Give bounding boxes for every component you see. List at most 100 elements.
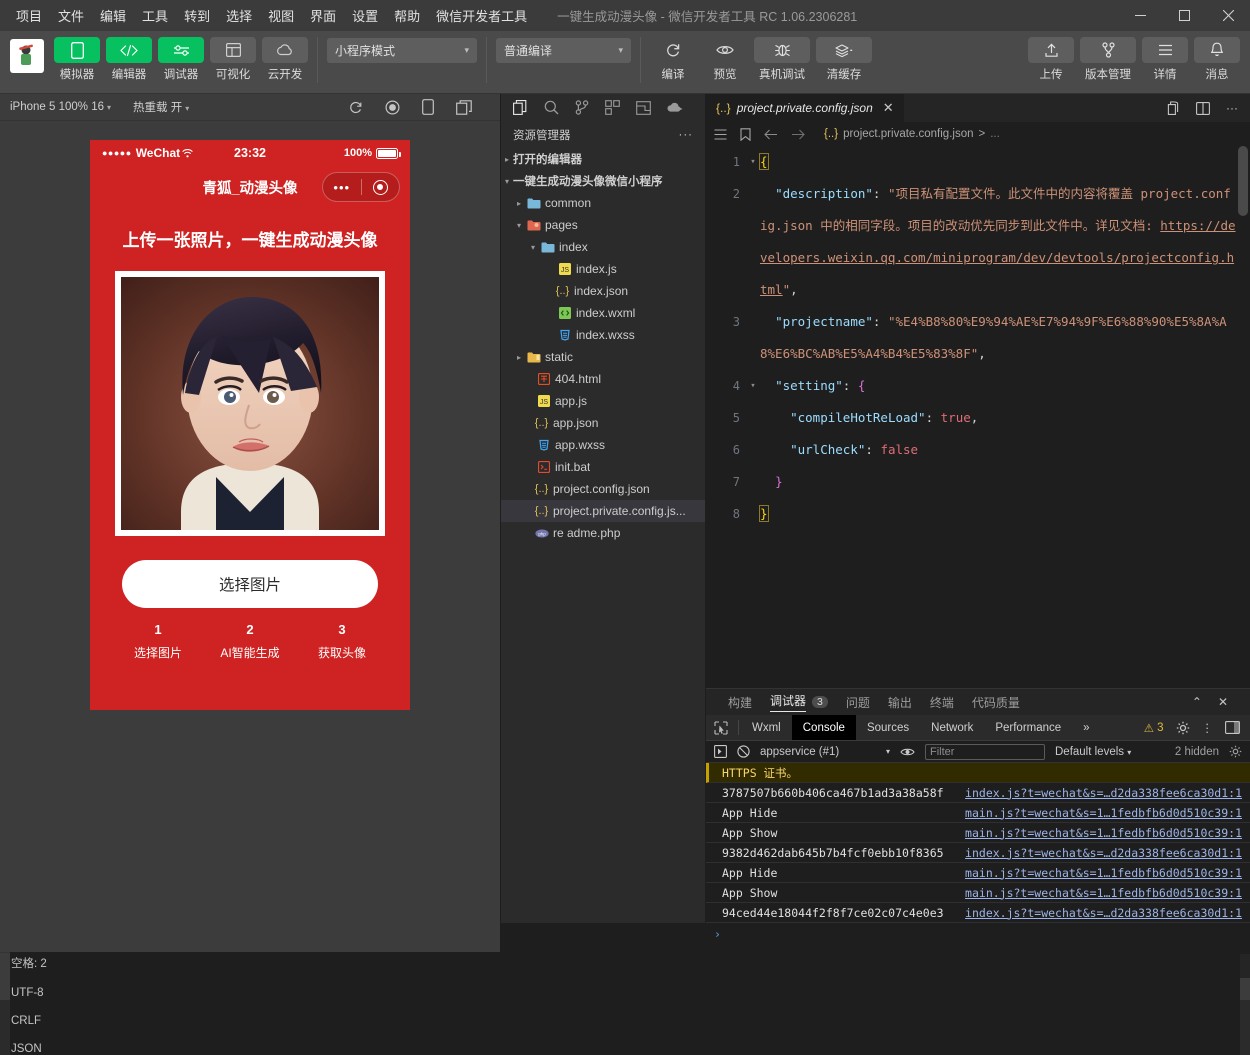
fold-toggle-icon[interactable]: ▾: [746, 370, 760, 402]
rotate-icon[interactable]: [422, 99, 434, 115]
layout-icon[interactable]: [1196, 101, 1210, 115]
execute-icon[interactable]: [714, 745, 727, 758]
gear-icon[interactable]: [1176, 721, 1190, 735]
tree-section-project[interactable]: ▾ 一键生成动漫头像微信小程序: [501, 170, 705, 192]
console-message[interactable]: 94ced44e18044f2f8f7ce02c07c4e0e3 index.j…: [706, 903, 1250, 923]
editor-tab-project-private-config[interactable]: {..} project.private.config.json ✕: [706, 94, 905, 122]
record-icon[interactable]: [385, 99, 400, 115]
outline-icon[interactable]: [714, 128, 727, 140]
status-encoding[interactable]: UTF-8: [11, 987, 1234, 999]
status-language[interactable]: JSON: [11, 1043, 1234, 1055]
tree-item-project-config-json[interactable]: {..} project.config.json: [501, 478, 705, 500]
console-message-source[interactable]: main.js?t=wechat&s=1…1fedbfb6d0d510c39:1: [965, 826, 1242, 840]
status-indent[interactable]: 空格: 2: [11, 955, 1234, 971]
menu-item-file[interactable]: 文件: [50, 2, 92, 29]
dock-icon[interactable]: [1225, 721, 1240, 734]
multiscreen-icon[interactable]: [456, 99, 472, 115]
console-filter-input[interactable]: Filter: [925, 743, 1045, 760]
console-message-source[interactable]: main.js?t=wechat&s=1…1fedbfb6d0d510c39:1: [965, 806, 1242, 820]
toolbar-button-editor[interactable]: 编辑器: [106, 37, 152, 82]
toolbar-button-upload[interactable]: 上传: [1028, 37, 1074, 82]
forward-arrow-icon[interactable]: [791, 129, 805, 140]
menu-item-interface[interactable]: 界面: [302, 2, 344, 29]
menu-item-project[interactable]: 项目: [8, 2, 50, 29]
devtools-tab-sources[interactable]: Sources: [856, 715, 920, 740]
menu-item-goto[interactable]: 转到: [176, 2, 218, 29]
eye-icon[interactable]: [900, 747, 915, 757]
toolbar-button-compile[interactable]: 编译: [650, 37, 696, 82]
tree-item-404-html[interactable]: 404.html: [501, 368, 705, 390]
console-message[interactable]: App Hide main.js?t=wechat&s=1…1fedbfb6d0…: [706, 803, 1250, 823]
panel-tab-problems[interactable]: 问题: [846, 694, 870, 711]
panel-tab-build[interactable]: 构建: [728, 694, 752, 711]
wechat-capsule-button[interactable]: •••: [322, 172, 400, 202]
more-icon[interactable]: ···: [1226, 101, 1238, 115]
menu-item-devtools[interactable]: 微信开发者工具: [428, 2, 535, 29]
console-message-source[interactable]: main.js?t=wechat&s=1…1fedbfb6d0d510c39:1: [965, 886, 1242, 900]
toolbar-button-visual[interactable]: 可视化: [210, 37, 256, 82]
hotreload-select[interactable]: 热重载 开 ▾: [133, 99, 189, 115]
tree-item-index-wxml[interactable]: index.wxml: [501, 302, 705, 324]
console-context-select[interactable]: appservice (#1) ▾: [760, 746, 890, 758]
more-icon[interactable]: ···: [679, 129, 694, 141]
bookmark-icon[interactable]: [740, 127, 751, 141]
toolbar-button-messages[interactable]: 消息: [1194, 37, 1240, 82]
menu-item-tools[interactable]: 工具: [134, 2, 176, 29]
source-control-icon[interactable]: [575, 100, 589, 115]
panel-tab-codequality[interactable]: 代码质量: [972, 694, 1020, 711]
split-editor-icon[interactable]: [1166, 101, 1180, 115]
fold-toggle-icon[interactable]: ▾: [746, 146, 760, 178]
console-message[interactable]: App Show main.js?t=wechat&s=1…1fedbfb6d0…: [706, 823, 1250, 843]
maximize-button[interactable]: [1162, 0, 1206, 31]
console-message[interactable]: App Hide main.js?t=wechat&s=1…1fedbfb6d0…: [706, 863, 1250, 883]
menu-item-settings[interactable]: 设置: [344, 2, 386, 29]
toolbar-button-preview[interactable]: 预览: [702, 37, 748, 82]
wxml-panel-icon[interactable]: [636, 100, 651, 115]
tree-item-project-private-config-json[interactable]: {..} project.private.config.js...: [501, 500, 705, 522]
search-icon[interactable]: [544, 100, 559, 115]
devtools-tab-wxml[interactable]: Wxml: [741, 715, 792, 740]
close-icon[interactable]: ✕: [1218, 695, 1228, 709]
collapse-icon[interactable]: ⌃: [1192, 695, 1202, 709]
close-icon[interactable]: ✕: [883, 100, 894, 116]
editor-scrollbar[interactable]: [1238, 146, 1248, 216]
tree-item-app-js[interactable]: JS app.js: [501, 390, 705, 412]
console-message[interactable]: App Show main.js?t=wechat&s=1…1fedbfb6d0…: [706, 883, 1250, 903]
menu-item-view[interactable]: 视图: [260, 2, 302, 29]
console-message[interactable]: 3787507b660b406ca467b1ad3a38a58f index.j…: [706, 783, 1250, 803]
menu-item-edit[interactable]: 编辑: [92, 2, 134, 29]
console-message[interactable]: HTTPS 证书。: [706, 763, 1250, 783]
tree-section-open-editors[interactable]: ▸ 打开的编辑器: [501, 148, 705, 170]
console-message-source[interactable]: index.js?t=wechat&s=…d2da338fee6ca30d1:1: [965, 786, 1242, 800]
fold-toggle-icon[interactable]: [746, 178, 760, 306]
toolbar-button-version[interactable]: 版本管理: [1080, 37, 1136, 82]
tree-item-common[interactable]: ▸ common: [501, 192, 705, 214]
back-arrow-icon[interactable]: [764, 129, 778, 140]
devtools-overflow-button[interactable]: »: [1072, 715, 1100, 740]
select-image-button[interactable]: 选择图片: [122, 560, 378, 608]
files-icon[interactable]: [513, 100, 528, 115]
mode-select[interactable]: 小程序模式 ▾: [327, 38, 477, 63]
minimize-button[interactable]: [1118, 0, 1162, 31]
toolbar-button-clearcache[interactable]: 清缓存: [816, 37, 872, 82]
tree-item-init-bat[interactable]: init.bat: [501, 456, 705, 478]
tree-item-index-wxss[interactable]: index.wxss: [501, 324, 705, 346]
console-message[interactable]: 9382d462dab645b7b4fcf0ebb10f8365 index.j…: [706, 843, 1250, 863]
console-message-source[interactable]: main.js?t=wechat&s=1…1fedbfb6d0d510c39:1: [965, 866, 1242, 880]
panel-tab-terminal[interactable]: 终端: [930, 694, 954, 711]
console-message-source[interactable]: index.js?t=wechat&s=…d2da338fee6ca30d1:1: [965, 846, 1242, 860]
code-editor[interactable]: 1 ▾ { 2 "description": "项目私有配置文件。此文件中的内容…: [706, 146, 1250, 688]
gear-icon[interactable]: [1229, 745, 1242, 758]
project-avatar[interactable]: [10, 39, 44, 73]
inspect-element-icon[interactable]: [706, 715, 736, 740]
more-vertical-icon[interactable]: ⋮: [1202, 721, 1214, 735]
close-button[interactable]: [1206, 0, 1250, 31]
console-message-source[interactable]: index.js?t=wechat&s=…d2da338fee6ca30d1:1: [965, 906, 1242, 920]
devtools-tab-performance[interactable]: Performance: [984, 715, 1072, 740]
toolbar-button-realdebug[interactable]: 真机调试: [754, 37, 810, 82]
console-levels-select[interactable]: Default levels ▾: [1055, 746, 1131, 758]
menu-item-select[interactable]: 选择: [218, 2, 260, 29]
devtools-tab-console[interactable]: Console: [791, 715, 856, 740]
device-select[interactable]: iPhone 5 100% 16 ▾: [10, 101, 111, 113]
compile-select[interactable]: 普通编译 ▾: [496, 38, 631, 63]
